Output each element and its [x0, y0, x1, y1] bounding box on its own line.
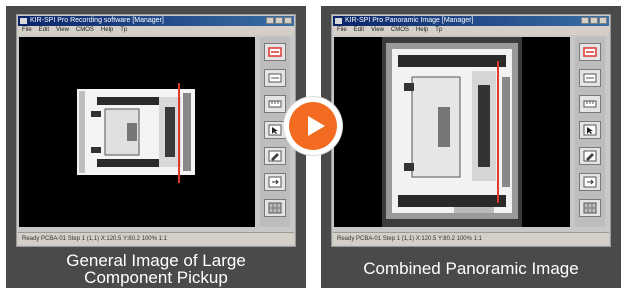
window-title: KIR-SPI Pro Panoramic Image [Manager] — [345, 17, 474, 24]
menu-item-tp[interactable]: Tp — [120, 26, 127, 35]
caption: Combined Panoramic Image — [321, 249, 621, 288]
panel-panoramic-image: KIR-SPI Pro Panoramic Image [Manager] Fi… — [321, 6, 621, 288]
measure-icon — [583, 100, 597, 108]
play-arrow-icon — [308, 116, 325, 136]
zoom-button[interactable] — [264, 69, 286, 87]
menu-item-cmos[interactable]: CMOS — [76, 26, 94, 35]
play-arrow-button — [284, 97, 342, 155]
menu-item-tp[interactable]: Tp — [435, 26, 442, 35]
minimize-icon[interactable] — [266, 17, 274, 24]
image-viewport[interactable] — [334, 37, 570, 227]
window-titlebar: KIR-SPI Pro Panoramic Image [Manager] — [333, 16, 609, 26]
grid-icon — [583, 202, 597, 214]
caption-line-1: Combined Panoramic Image — [363, 259, 579, 278]
zoom-button[interactable] — [579, 69, 601, 87]
export-button[interactable] — [579, 173, 601, 191]
maximize-icon[interactable] — [590, 17, 598, 24]
red-marker-button[interactable] — [264, 43, 286, 61]
arrow-circle — [289, 102, 337, 150]
panel-general-image: KIR-SPI Pro Recording software [Manager]… — [6, 6, 306, 288]
window-title: KIR-SPI Pro Recording software [Manager] — [30, 17, 164, 24]
close-icon[interactable] — [284, 17, 292, 24]
menu-item-file[interactable]: File — [22, 26, 32, 35]
minimize-icon[interactable] — [581, 17, 589, 24]
grid-button[interactable] — [264, 199, 286, 217]
zoom-icon — [268, 73, 282, 83]
window-titlebar: KIR-SPI Pro Recording software [Manager] — [18, 16, 294, 26]
cursor-icon — [583, 124, 597, 136]
export-button[interactable] — [264, 173, 286, 191]
app-window: KIR-SPI Pro Recording software [Manager]… — [16, 14, 296, 247]
cursor-button[interactable] — [264, 121, 286, 139]
menu-item-edit[interactable]: Edit — [39, 26, 49, 35]
red-marker-icon — [583, 47, 597, 57]
caption-line-1: General Image of Large — [66, 250, 246, 270]
edit-icon — [583, 150, 597, 162]
measure-button[interactable] — [579, 95, 601, 113]
measure-icon — [268, 100, 282, 108]
window-controls — [266, 17, 292, 24]
red-marker-icon — [268, 47, 282, 57]
edit-icon — [268, 150, 282, 162]
component-image — [77, 83, 195, 183]
caption: General Image of Large Component Pickup — [6, 249, 306, 288]
edit-button[interactable] — [579, 147, 601, 165]
maximize-icon[interactable] — [275, 17, 283, 24]
close-icon[interactable] — [599, 17, 607, 24]
menu-item-view[interactable]: View — [56, 26, 69, 35]
window-controls — [581, 17, 607, 24]
status-bar: Ready PCBA-01 Step 1 (1,1) X:120.5 Y:80.… — [18, 232, 294, 245]
menu-item-cmos[interactable]: CMOS — [391, 26, 409, 35]
image-viewport[interactable] — [19, 37, 255, 227]
cursor-icon — [268, 124, 282, 136]
right-toolbar — [575, 37, 605, 227]
app-icon — [335, 18, 342, 24]
menu-item-help[interactable]: Help — [416, 26, 428, 35]
panoramic-image — [382, 37, 522, 227]
export-icon — [583, 176, 597, 188]
zoom-icon — [583, 73, 597, 83]
menu-bar: File Edit View CMOS Help Tp — [18, 26, 294, 35]
menu-item-file[interactable]: File — [337, 26, 347, 35]
menu-item-help[interactable]: Help — [101, 26, 113, 35]
status-bar: Ready PCBA-01 Step 1 (1,1) X:120.5 Y:80.… — [333, 232, 609, 245]
export-icon — [268, 176, 282, 188]
measure-button[interactable] — [264, 95, 286, 113]
menu-item-edit[interactable]: Edit — [354, 26, 364, 35]
menu-bar: File Edit View CMOS Help Tp — [333, 26, 609, 35]
grid-icon — [268, 202, 282, 214]
caption-line-2: Component Pickup — [84, 267, 228, 287]
app-icon — [20, 18, 27, 24]
cursor-button[interactable] — [579, 121, 601, 139]
app-window: KIR-SPI Pro Panoramic Image [Manager] Fi… — [331, 14, 611, 247]
menu-item-view[interactable]: View — [371, 26, 384, 35]
grid-button[interactable] — [579, 199, 601, 217]
red-marker-button[interactable] — [579, 43, 601, 61]
edit-button[interactable] — [264, 147, 286, 165]
